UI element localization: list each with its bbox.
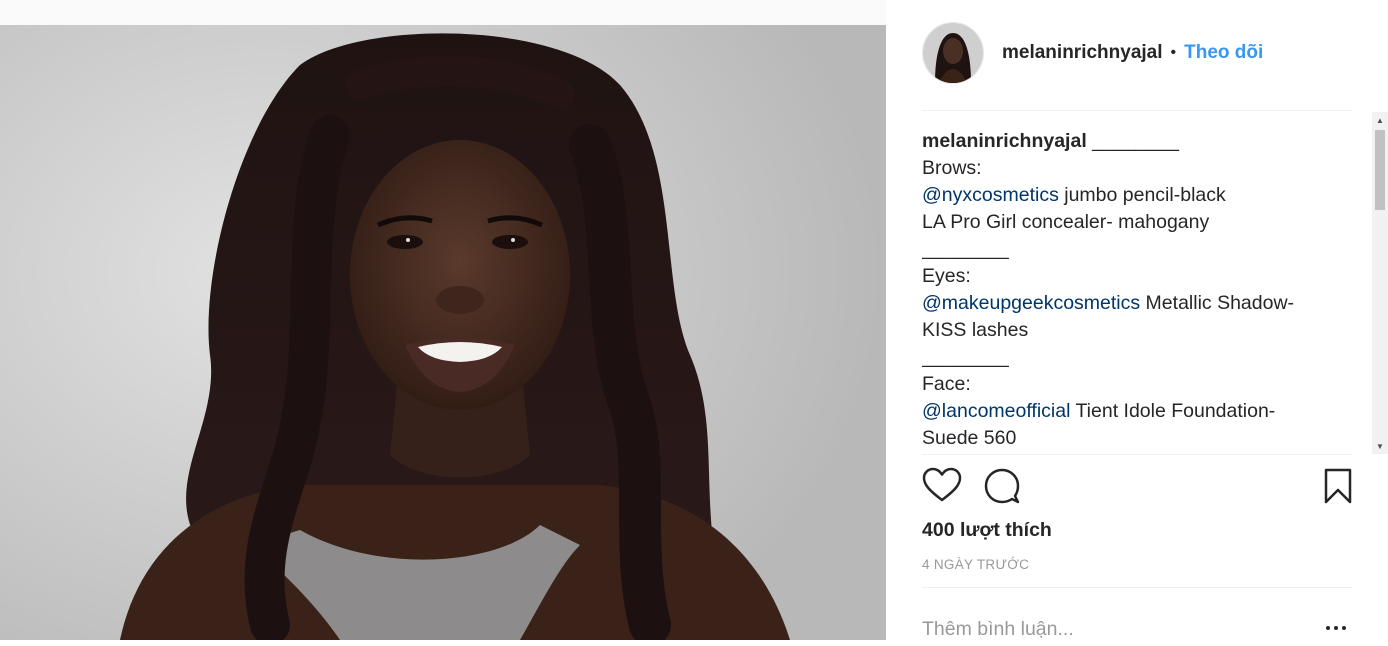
caption-text: Suede 560: [922, 427, 1017, 449]
dot: [1334, 626, 1338, 630]
caption-line: KISS lashes: [922, 317, 1362, 344]
more-options-icon[interactable]: [1320, 612, 1352, 644]
caption-scrollbar[interactable]: ▲ ▼: [1372, 112, 1388, 454]
follow-button[interactable]: Theo dõi: [1184, 42, 1263, 64]
caption-line: Suede 560: [922, 425, 1362, 452]
post-timestamp[interactable]: 4 NGÀY TRƯỚC: [922, 557, 1029, 572]
caption-line: ________: [922, 236, 1362, 263]
mention-link[interactable]: @nyxcosmetics: [922, 184, 1059, 206]
mention-link[interactable]: @lancomeofficial: [922, 400, 1070, 422]
comment-divider: [922, 587, 1352, 588]
caption-text: Face:: [922, 373, 971, 395]
scroll-up-arrow-icon[interactable]: ▲: [1372, 112, 1388, 128]
post-side-panel: melaninrichnyajal • Theo dõi melaninrich…: [886, 0, 1388, 646]
comment-bubble-icon: [984, 468, 1020, 504]
caption-text: Tient Idole Foundation-: [1070, 400, 1276, 422]
scrollbar-thumb[interactable]: [1375, 130, 1385, 210]
caption-text: ________: [922, 238, 1009, 260]
caption-line: LA Pro Girl concealer- mahogany: [922, 209, 1362, 236]
likes-count[interactable]: 400 lượt thích: [922, 519, 1052, 542]
caption-line: @lancomeofficial Tient Idole Foundation-: [922, 398, 1362, 425]
caption-text: Metallic Shadow-: [1140, 292, 1295, 314]
caption: melaninrichnyajal ________ Brows: @nyxco…: [922, 128, 1362, 454]
post-photo[interactable]: [0, 25, 886, 640]
caption-text: ________: [922, 346, 1009, 368]
save-button[interactable]: [1318, 466, 1358, 506]
caption-line: Face:: [922, 371, 1362, 398]
avatar-image: [923, 23, 983, 83]
caption-line: Brows:: [922, 155, 1362, 182]
caption-text: LA Pro Girl concealer- mahogany: [922, 211, 1210, 233]
caption-suffix: ________: [1092, 130, 1179, 152]
caption-text: KISS lashes: [922, 319, 1029, 341]
heart-icon: [922, 467, 962, 502]
dot: [1342, 626, 1346, 630]
caption-line: @makeupgeekcosmetics Metallic Shadow-: [922, 290, 1362, 317]
post-header: melaninrichnyajal • Theo dõi: [922, 22, 1352, 84]
separator-dot: •: [1170, 44, 1177, 61]
avatar[interactable]: [922, 22, 984, 84]
scroll-down-arrow-icon[interactable]: ▼: [1372, 438, 1388, 454]
caption-username[interactable]: melaninrichnyajal: [922, 130, 1087, 152]
mention-link[interactable]: @makeupgeekcosmetics: [922, 292, 1140, 314]
comment-button[interactable]: [982, 466, 1022, 506]
caption-text: Brows:: [922, 157, 982, 179]
caption-divider: [922, 454, 1352, 455]
caption-text: Eyes:: [922, 265, 971, 287]
bookmark-icon: [1324, 468, 1352, 504]
action-bar: [922, 466, 1352, 508]
like-button[interactable]: [922, 466, 962, 506]
caption-line: @nyxcosmetics jumbo pencil-black: [922, 182, 1362, 209]
caption-line: ________: [922, 344, 1362, 371]
caption-first-line: melaninrichnyajal ________: [922, 128, 1362, 155]
top-strip: [0, 0, 886, 25]
caption-text: jumbo pencil-black: [1058, 184, 1226, 206]
portrait-image: [120, 33, 790, 640]
caption-line: Eyes:: [922, 263, 1362, 290]
comment-input[interactable]: Thêm bình luận...: [922, 618, 1074, 641]
header-username[interactable]: melaninrichnyajal: [1002, 42, 1163, 64]
header-divider: [922, 110, 1352, 111]
dot: [1326, 626, 1330, 630]
